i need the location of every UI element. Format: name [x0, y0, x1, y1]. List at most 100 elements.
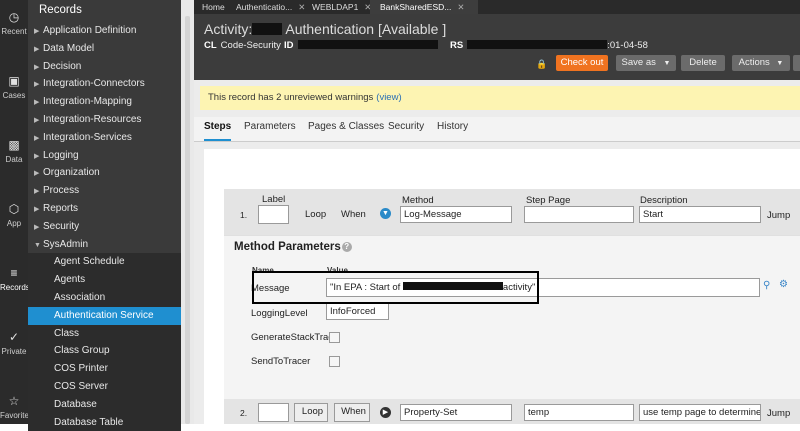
- cube-icon: ⬡: [8, 202, 20, 216]
- tab-authentication[interactable]: Authenticatio... ✕: [236, 0, 305, 14]
- navigator-scrollbar[interactable]: [185, 16, 190, 424]
- briefcase-icon: ▣: [8, 74, 20, 88]
- nav-sub-item[interactable]: Association: [28, 288, 181, 307]
- caret-down-icon: ▼: [776, 60, 784, 67]
- check-icon: ✓: [8, 330, 20, 344]
- nav-title: Records: [39, 4, 82, 16]
- method-input[interactable]: Property-Set: [400, 404, 512, 421]
- record-header: Activity: Authentication [Available ] CL…: [194, 14, 800, 80]
- view-warnings-link[interactable]: (view): [376, 92, 401, 103]
- close-icon[interactable]: ✕: [457, 2, 464, 12]
- when-button[interactable]: When: [334, 403, 370, 422]
- tab-home[interactable]: Home: [202, 0, 225, 14]
- main-area: Home Authenticatio... ✕ WEBLDAP1 ✕ BankSha…: [194, 0, 800, 424]
- id-label: ID: [284, 40, 438, 51]
- tab-webldap1[interactable]: WEBLDAP1 ✕: [312, 0, 371, 14]
- record-title: Activity: Authentication [Available ]: [204, 21, 447, 37]
- description-input[interactable]: use temp page to determine if: [639, 404, 761, 421]
- tab-security[interactable]: Security: [388, 117, 424, 139]
- nav-item[interactable]: ▶ Integration-Services: [28, 129, 181, 147]
- chevron-down-icon[interactable]: ▼: [380, 208, 391, 219]
- save-as-button[interactable]: Save as ▼: [616, 55, 676, 71]
- nav-list: ▶ Application Definition ▶ Data Model ▶ Dec…: [28, 22, 181, 431]
- method-input[interactable]: Log-Message: [400, 206, 512, 223]
- step-label-input[interactable]: [258, 205, 289, 224]
- description-input[interactable]: Start: [639, 206, 761, 223]
- help-icon[interactable]: ?: [341, 241, 352, 252]
- caret-down-icon: ▼: [663, 60, 671, 67]
- nav-sub-item[interactable]: Database Table: [28, 413, 181, 431]
- generate-stack-trace-checkbox[interactable]: [329, 332, 340, 343]
- rail-records[interactable]: ≡ Records: [0, 266, 30, 292]
- param-name: GenerateStackTrace: [251, 332, 339, 343]
- nav-item[interactable]: ▶ Integration-Mapping: [28, 93, 181, 111]
- tab-parameters[interactable]: Parameters: [244, 117, 296, 139]
- loop-button[interactable]: Loop: [294, 403, 328, 422]
- rail-private[interactable]: ✓ Private: [0, 330, 28, 356]
- redacted-block: [297, 40, 438, 49]
- tab-banksharedesd[interactable]: BankSharedESD... ✕: [370, 0, 478, 14]
- rail-cases[interactable]: ▣ Cases: [0, 74, 28, 100]
- nav-sub-item[interactable]: Agents: [28, 271, 181, 289]
- nav-item[interactable]: ▶ Security: [28, 218, 181, 236]
- records-navigator: Records ▼ ▶Application Definition ▶Data …: [28, 0, 201, 431]
- left-rail: ◷ Recent ▣ Cases ▩ Data ⬡ App ≡ Records ✓ Priv…: [0, 0, 30, 424]
- chevron-right-icon[interactable]: ▶: [380, 407, 391, 418]
- nav-item[interactable]: ▶ Decision: [28, 58, 181, 76]
- nav-sub-item-selected[interactable]: Authentication Service: [28, 306, 181, 325]
- jump-link[interactable]: Jump: [767, 408, 790, 419]
- jump-link[interactable]: Jump: [767, 210, 790, 221]
- nav-item[interactable]: ▶ Organization: [28, 164, 181, 182]
- label-column-header: Label: [262, 194, 286, 205]
- nav-sub-item[interactable]: COS Printer: [28, 360, 181, 378]
- nav-item[interactable]: ▶ Reports: [28, 200, 181, 218]
- magnify-icon[interactable]: ⚲: [763, 280, 770, 291]
- clock-icon: ◷: [8, 10, 20, 24]
- method-parameters-title: Method Parameters?: [234, 241, 352, 253]
- delete-button[interactable]: Delete: [681, 55, 725, 71]
- nav-item[interactable]: ▶ Integration-Resources: [28, 111, 181, 129]
- close-icon[interactable]: ✕: [298, 2, 305, 12]
- caret-right-icon: ▶: [34, 28, 40, 35]
- nav-sub-item[interactable]: Agent Schedule: [28, 253, 181, 272]
- rail-favorite[interactable]: ☆ Favorite: [0, 394, 29, 420]
- nav-sub-item[interactable]: Database: [28, 395, 181, 414]
- caret-right-icon: ▶: [34, 223, 40, 231]
- when-link[interactable]: When: [341, 209, 366, 220]
- nav-item[interactable]: ▶ Process: [28, 182, 181, 200]
- nav-sub-item[interactable]: COS Server: [28, 377, 181, 396]
- star-icon: ☆: [8, 394, 20, 408]
- nav-item[interactable]: ▶ Logging: [28, 147, 181, 165]
- actions-button[interactable]: Actions ▼: [732, 55, 790, 71]
- logging-level-input[interactable]: InfoForced: [326, 303, 389, 320]
- more-button[interactable]: [793, 55, 800, 71]
- rail-app[interactable]: ⬡ App: [0, 202, 28, 228]
- send-to-tracer-checkbox[interactable]: [329, 356, 340, 367]
- step-page-input[interactable]: temp: [524, 404, 634, 421]
- step-number: 1.: [240, 210, 248, 220]
- rail-recent[interactable]: ◷ Recent: [0, 10, 28, 36]
- nav-sub-item[interactable]: Class: [28, 324, 181, 343]
- tab-history[interactable]: History: [437, 117, 468, 139]
- description-column-header: Description: [640, 195, 688, 206]
- gear-icon[interactable]: ⚙: [779, 279, 788, 290]
- step-label-input[interactable]: [258, 403, 289, 422]
- nav-item[interactable]: ▶ Data Model: [28, 40, 181, 58]
- nav-item[interactable]: ▶ Application Definition: [28, 22, 181, 40]
- check-out-button[interactable]: Check out: [556, 55, 608, 71]
- tab-steps[interactable]: Steps: [204, 117, 232, 141]
- tab-pages-classes[interactable]: Pages & Classes: [308, 117, 384, 139]
- redacted-block: [467, 40, 608, 49]
- loop-link[interactable]: Loop: [305, 209, 326, 220]
- nav-item[interactable]: ▶ Integration-Connectors: [28, 75, 181, 93]
- nav-sub-item[interactable]: Class Group: [28, 342, 181, 361]
- caret-right-icon: ▶: [34, 170, 40, 178]
- bar-chart-icon: ▩: [8, 138, 20, 152]
- nav-item-sysadmin[interactable]: ▼ SysAdmin: [28, 236, 181, 254]
- lock-icon: 🔒: [536, 59, 548, 69]
- step-page-input[interactable]: [524, 206, 634, 223]
- caret-right-icon: ▶: [34, 45, 40, 53]
- caret-down-icon: ▼: [34, 241, 41, 249]
- rail-data[interactable]: ▩ Data: [0, 138, 28, 164]
- caret-right-icon: ▶: [34, 81, 40, 89]
